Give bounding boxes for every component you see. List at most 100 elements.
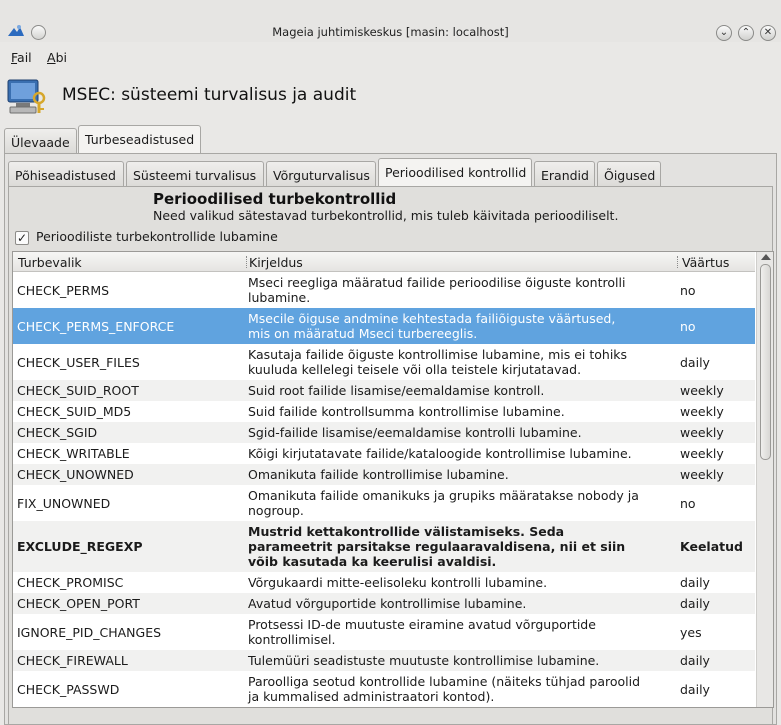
option-value-cell[interactable]: daily [680, 653, 710, 668]
column-header-value[interactable]: Väärtus [682, 255, 729, 270]
column-header-option[interactable]: Turbevalik [18, 255, 82, 270]
option-description-cell: Tulemüüri seadistuste muutuste kontrolli… [248, 653, 678, 668]
description-line: Paroolliga seotud kontrollide lubamine (… [248, 674, 641, 689]
description-line: mis on määratud Mseci turbereeglis. [248, 326, 478, 341]
option-name-cell: CHECK_WRITABLE [17, 446, 130, 461]
option-description-cell: Omanikuta failide kontrollimise lubamine… [248, 467, 678, 482]
option-name-cell: CHECK_PROMISC [17, 575, 124, 590]
option-description-cell: Suid failide kontrollsumma kontrollimise… [248, 404, 678, 419]
table-row[interactable]: CHECK_PASSWD Paroolliga seotud kontrollid… [13, 671, 755, 707]
tab-security-settings[interactable]: Turbeseadistused [78, 125, 201, 153]
table-row[interactable]: CHECK_USER_FILES Kasutaja failide õiguste… [13, 344, 755, 380]
tab-overview[interactable]: Ülevaade [4, 128, 77, 153]
window-titlebar: Mageia juhtimiskeskus [masin: localhost]… [0, 0, 781, 42]
option-value-cell[interactable]: daily [680, 575, 710, 590]
table-row[interactable]: CHECK_FIREWALL Tulemüüri seadistuste muut… [13, 650, 755, 671]
option-name-cell: CHECK_USER_FILES [17, 355, 140, 370]
table-row[interactable]: CHECK_SUID_ROOT Suid root failide lisamis… [13, 380, 755, 401]
option-value-cell[interactable]: daily [680, 682, 710, 697]
tab-system-security[interactable]: Süsteemi turvalisus [126, 161, 264, 186]
table-row[interactable]: CHECK_PERMS Mseci reegliga määratud faili… [13, 272, 755, 308]
column-header-description[interactable]: Kirjeldus [249, 255, 303, 270]
description-line: kontrollimisel. [248, 632, 336, 647]
tab-basic-settings[interactable]: Põhiseadistused [8, 161, 124, 186]
option-value-cell[interactable]: no [680, 496, 696, 511]
menu-help[interactable]: Abi [47, 50, 67, 65]
description-line: nogroup. [248, 503, 304, 518]
tab-exceptions[interactable]: Erandid [534, 161, 595, 186]
option-description-cell: Suid root failide lisamise/eemaldamise k… [248, 383, 678, 398]
option-value-cell[interactable]: weekly [680, 467, 724, 482]
option-description-cell: Kõigi kirjutatavate failide/kataloogide … [248, 446, 678, 461]
vertical-scrollbar[interactable] [756, 252, 773, 707]
description-line: Võrgukaardi mitte-eelisoleku kontrolli l… [248, 575, 548, 590]
enable-periodic-checks-label[interactable]: Perioodiliste turbekontrollide lubamine [36, 229, 278, 244]
option-value-cell[interactable]: Keelatud [680, 539, 743, 554]
option-value-cell[interactable]: weekly [680, 446, 724, 461]
section-description: Need valikud sätestavad turbekontrollid,… [153, 208, 619, 223]
description-line: Tulemüüri seadistuste muutuste kontrolli… [248, 653, 600, 668]
option-value-cell[interactable]: daily [680, 596, 710, 611]
table-row[interactable]: CHECK_PROMISC Võrgukaardi mitte-eelisolek… [13, 572, 755, 593]
window-title: Mageia juhtimiskeskus [masin: localhost] [272, 25, 509, 39]
menubar: Fail Abi [0, 46, 781, 66]
description-line: lubamine. [248, 290, 311, 305]
table-row[interactable]: CHECK_WRITABLE Kõigi kirjutatavate failid… [13, 443, 755, 464]
option-value-cell[interactable]: daily [680, 355, 710, 370]
option-value-cell[interactable]: weekly [680, 425, 724, 440]
option-description-cell: Protsessi ID-de muutuste eiramine avatud… [248, 617, 678, 647]
option-value-cell[interactable]: no [680, 283, 696, 298]
option-description-cell: Võrgukaardi mitte-eelisoleku kontrolli l… [248, 575, 678, 590]
option-name-cell: CHECK_UNOWNED [17, 467, 134, 482]
option-name-cell: IGNORE_PID_CHANGES [17, 625, 162, 640]
description-line: Omanikuta failide omanikuks ja grupiks m… [248, 488, 639, 503]
option-name-cell: CHECK_SUID_MD5 [17, 404, 132, 419]
column-separator [246, 256, 247, 268]
table-row[interactable]: CHECK_SUID_MD5 Suid failide kontrollsumma… [13, 401, 755, 422]
tab-permissions[interactable]: Õigused [597, 161, 661, 186]
menu-file[interactable]: Fail [11, 50, 32, 65]
tab-network-security[interactable]: Võrguturvalisus [266, 161, 376, 186]
column-separator [677, 256, 678, 268]
option-description-cell: Omanikuta failide omanikuks ja grupiks m… [248, 488, 678, 518]
security-options-table: Turbevalik Kirjeldus Väärtus CHECK_PERMS… [12, 251, 774, 708]
tab-periodic-checks[interactable]: Perioodilised kontrollid [378, 158, 532, 186]
option-description-cell: Paroolliga seotud kontrollide lubamine (… [248, 674, 678, 704]
scroll-up-arrow-icon[interactable] [761, 254, 771, 260]
option-value-cell[interactable]: weekly [680, 404, 724, 419]
description-line: võib kasutada ka keerulisi avaldisi. [248, 554, 497, 569]
option-value-cell[interactable]: yes [680, 625, 702, 640]
table-row[interactable]: FIX_UNOWNED Omanikuta failide omanikuks j… [13, 485, 755, 521]
description-line: parameetrit parsitakse regulaaravaldisen… [248, 539, 626, 554]
scrollbar-thumb[interactable] [760, 264, 771, 460]
table-row[interactable]: CHECK_SGID Sgid-failide lisamise/eemaldam… [13, 422, 755, 443]
option-name-cell: CHECK_SGID [17, 425, 98, 440]
option-value-cell[interactable]: weekly [680, 383, 724, 398]
enable-periodic-checks-checkbox[interactable]: ✓ [15, 231, 29, 245]
close-button[interactable]: ✕ [760, 25, 776, 41]
option-name-cell: CHECK_PERMS_ENFORCE [17, 319, 175, 334]
option-description-cell: Sgid-failide lisamise/eemaldamise kontro… [248, 425, 678, 440]
security-app-icon [7, 79, 46, 114]
table-header: Turbevalik Kirjeldus Väärtus [13, 252, 755, 272]
option-description-cell: Kasutaja failide õiguste kontrollimise l… [248, 347, 678, 377]
table-row[interactable]: CHECK_OPEN_PORT Avatud võrguportide kontr… [13, 593, 755, 614]
table-row[interactable]: CHECK_PERMS_ENFORCE Msecile õiguse andmin… [13, 308, 755, 344]
table-row[interactable]: IGNORE_PID_CHANGES Protsessi ID-de muutus… [13, 614, 755, 650]
option-description-cell: Msecile õiguse andmine kehtestada failiõ… [248, 311, 678, 341]
table-row[interactable]: EXCLUDE_REGEXP Mustrid kettakontrollide v… [13, 521, 755, 572]
maximize-button[interactable]: ⌃ [738, 25, 754, 41]
description-line: Suid failide kontrollsumma kontrollimise… [248, 404, 565, 419]
description-line: ja kummalised administraatori kontod). [248, 689, 495, 704]
description-line: Avatud võrguportide kontrollimise lubami… [248, 596, 527, 611]
option-description-cell: Mseci reegliga määratud failide perioodi… [248, 275, 678, 305]
description-line: Protsessi ID-de muutuste eiramine avatud… [248, 617, 596, 632]
option-name-cell: EXCLUDE_REGEXP [17, 539, 143, 554]
description-line: Omanikuta failide kontrollimise lubamine… [248, 467, 509, 482]
option-value-cell[interactable]: no [680, 319, 696, 334]
description-line: Msecile õiguse andmine kehtestada failiõ… [248, 311, 616, 326]
option-description-cell: Mustrid kettakontrollide välistamiseks. … [248, 524, 678, 569]
minimize-button[interactable]: ⌄ [716, 25, 732, 41]
option-description-cell: Avatud võrguportide kontrollimise lubami… [248, 596, 678, 611]
table-row[interactable]: CHECK_UNOWNED Omanikuta failide kontrolli… [13, 464, 755, 485]
